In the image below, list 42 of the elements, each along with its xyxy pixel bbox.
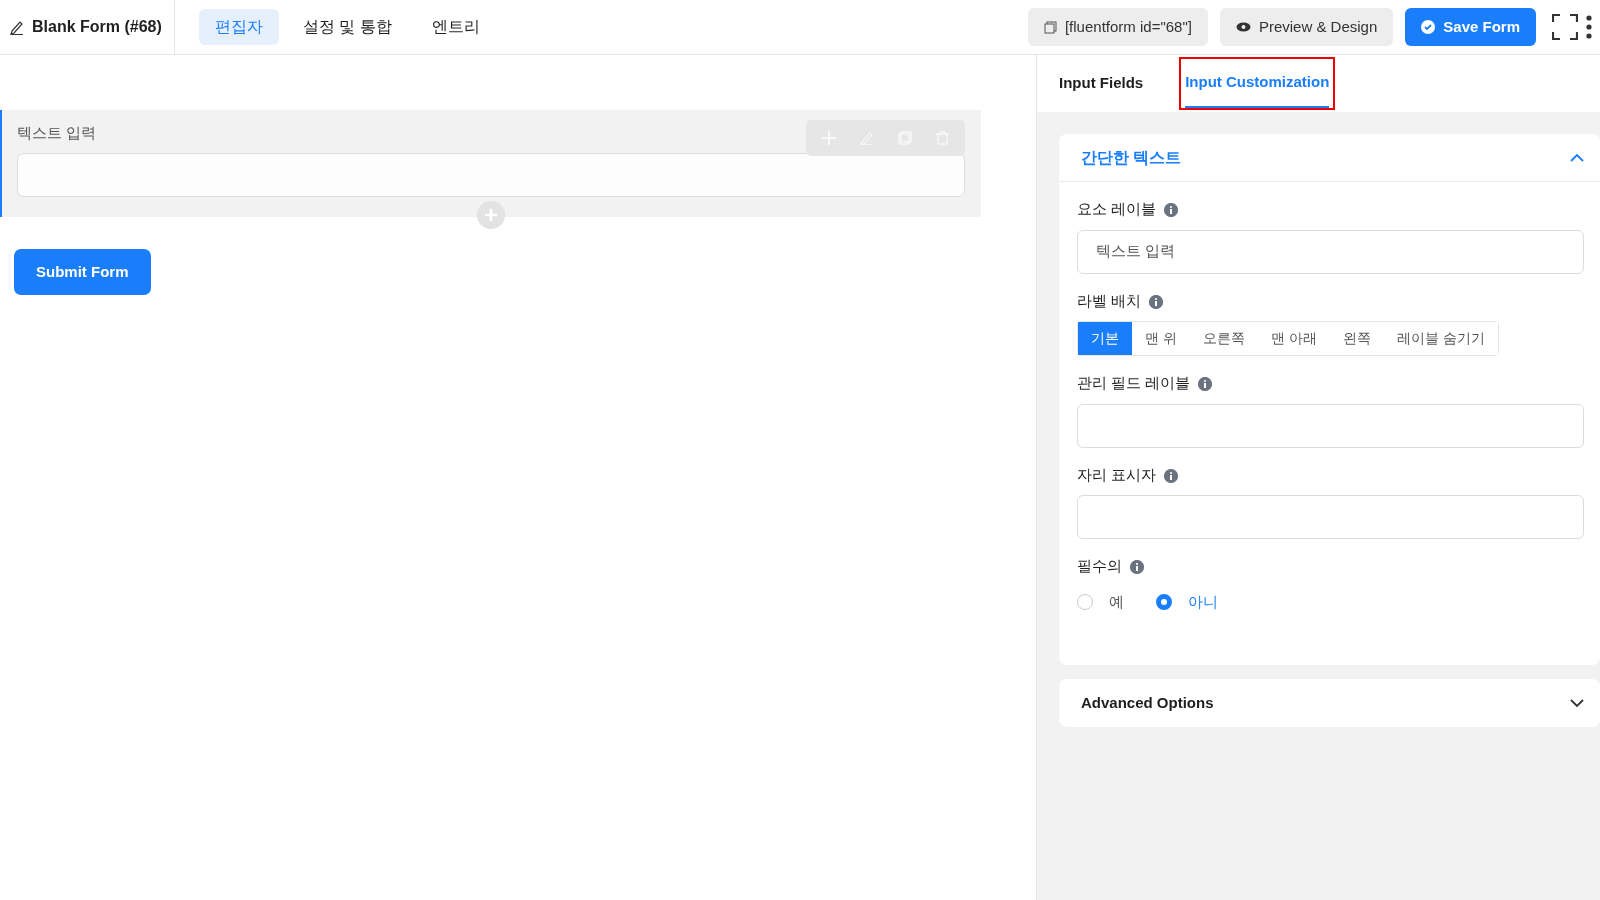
form-field-block[interactable]: 텍스트 입력	[0, 110, 981, 217]
fullscreen-icon[interactable]	[1552, 14, 1578, 40]
chevron-icon[interactable]	[1570, 698, 1584, 708]
input-field[interactable]	[1077, 403, 1584, 448]
sidebar-tab[interactable]: Input Fields	[1059, 56, 1144, 111]
preview-button[interactable]: Preview & Design	[1219, 8, 1394, 46]
check-circle-icon	[1421, 20, 1436, 34]
advanced-options-header[interactable]: Advanced Options	[1059, 679, 1600, 727]
setting-label: 자리 표시자	[1077, 465, 1157, 483]
info-icon	[1149, 294, 1164, 309]
edit-icon[interactable]	[860, 131, 874, 145]
section-title: 간단한 텍스트	[1081, 147, 1182, 168]
section-title: Advanced Options	[1081, 692, 1214, 713]
save-button[interactable]: Save Form	[1405, 8, 1536, 46]
more-icon[interactable]	[1586, 15, 1592, 39]
setting-label: 라벨 배치	[1077, 291, 1142, 309]
radio-label: 아니	[1188, 591, 1218, 612]
eye-icon	[1235, 22, 1251, 32]
nav-tab[interactable]: 엔트리	[415, 9, 496, 45]
move-icon[interactable]	[822, 131, 836, 145]
radio-button[interactable]	[1156, 593, 1172, 610]
info-icon	[1198, 377, 1213, 392]
form-title: Blank Form (#68)	[32, 17, 162, 37]
field-label: 텍스트 입력	[17, 123, 97, 143]
info-icon	[1130, 560, 1144, 575]
section-header[interactable]: 간단한 텍스트	[1059, 134, 1600, 182]
setting-label: 관리 필드 레이블	[1077, 374, 1191, 391]
sidebar-tab[interactable]: Input Customization	[1185, 59, 1330, 108]
radio-label: 예	[1109, 591, 1124, 612]
text-input-preview[interactable]	[17, 152, 965, 197]
submit-button[interactable]: Submit Form	[14, 248, 151, 295]
segment-option[interactable]: 기본	[1078, 322, 1132, 355]
nav-tab[interactable]: 설정 및 통합	[286, 9, 408, 45]
shortcode-button[interactable]: [fluentform id="68"]	[1027, 8, 1208, 46]
info-icon	[1164, 203, 1179, 218]
pencil-icon	[10, 19, 24, 35]
info-icon	[1164, 468, 1179, 483]
setting-label: 요소 레이블	[1077, 200, 1157, 217]
input-field[interactable]: 텍스트 입력	[1077, 229, 1584, 274]
setting-label: 필수의	[1077, 557, 1122, 574]
input-field[interactable]	[1077, 495, 1584, 539]
copy-icon	[1043, 20, 1057, 34]
